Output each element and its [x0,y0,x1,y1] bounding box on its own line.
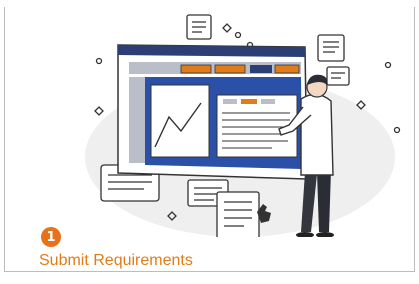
note-card-icon [317,34,345,62]
step-number: 1 [46,229,56,245]
sparkle-icon [222,23,232,33]
step-card: 1 Submit Requirements [4,7,415,272]
step-number-badge: 1 [41,227,61,247]
requirements-illustration [85,14,401,237]
line-chart-icon [150,84,210,158]
dot-icon [95,57,103,65]
step-title: Submit Requirements [39,252,193,269]
sparkle-icon [94,106,104,116]
note-card-icon [186,14,212,40]
dot-icon [234,31,242,39]
dot-icon [393,126,401,134]
dot-icon [384,61,392,69]
note-card-icon [326,66,350,86]
note-card-icon [216,191,260,237]
presentation-board-icon [117,44,308,180]
